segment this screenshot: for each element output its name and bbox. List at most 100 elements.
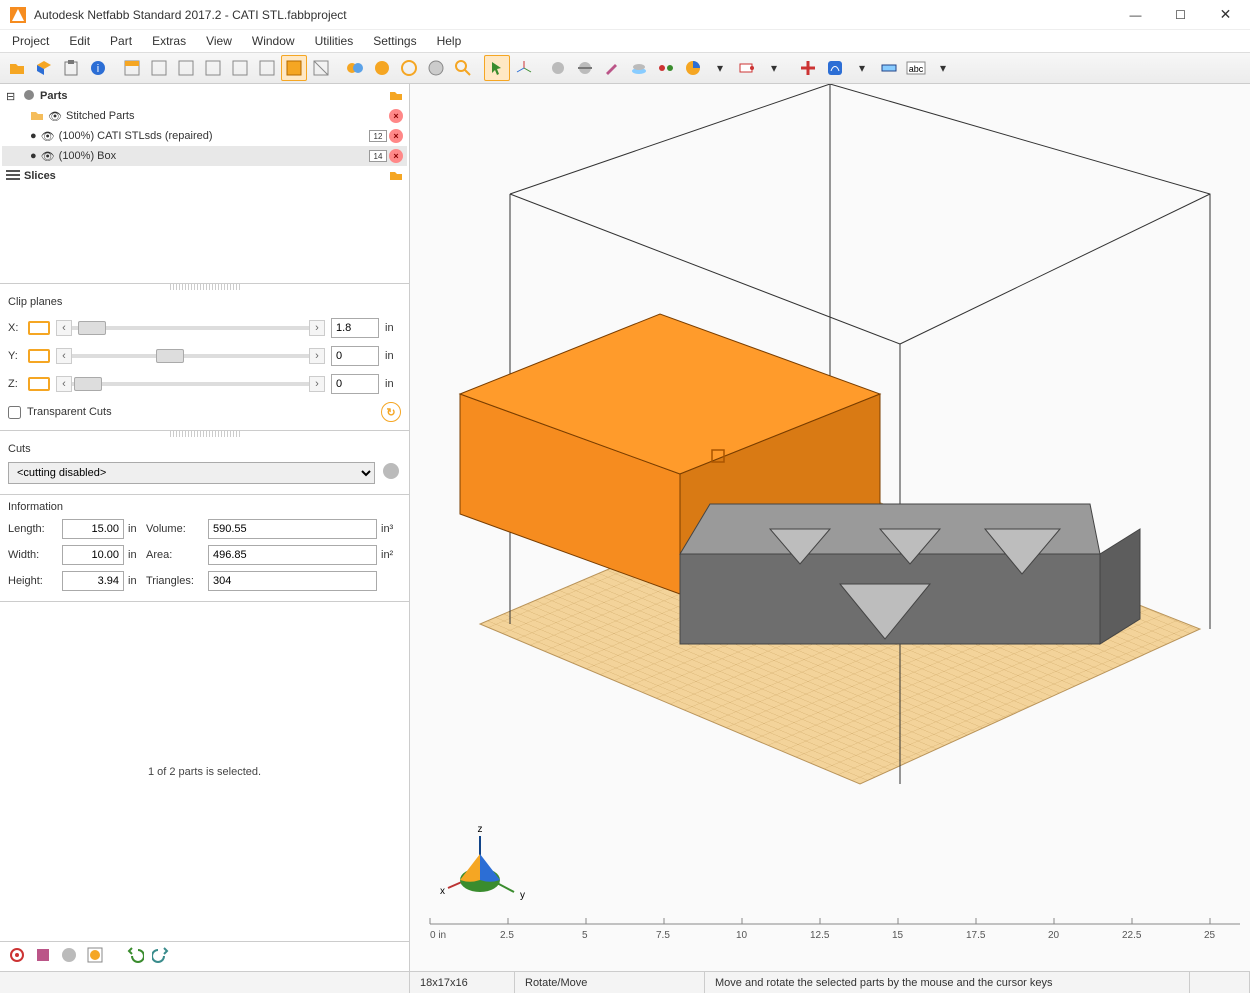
menu-help[interactable]: Help xyxy=(429,32,470,50)
eye-icon[interactable]: 👁 xyxy=(41,131,55,141)
slider-dec-icon[interactable]: ‹ xyxy=(56,376,72,392)
shading-1-icon[interactable] xyxy=(342,55,368,81)
pie-icon[interactable] xyxy=(680,55,706,81)
analysis-icon[interactable] xyxy=(822,55,848,81)
folder-icon[interactable] xyxy=(389,169,403,184)
shading-4-icon[interactable] xyxy=(423,55,449,81)
eye-icon[interactable]: 👁 xyxy=(41,151,55,161)
shading-2-icon[interactable] xyxy=(369,55,395,81)
cube-left-icon[interactable] xyxy=(227,55,253,81)
repair-icon[interactable] xyxy=(795,55,821,81)
cuts-select[interactable]: <cutting disabled> xyxy=(8,462,375,484)
menu-edit[interactable]: Edit xyxy=(61,32,98,50)
menu-window[interactable]: Window xyxy=(244,32,303,50)
maximize-button[interactable]: ☐ xyxy=(1158,0,1203,30)
cube-right-icon[interactable] xyxy=(254,55,280,81)
cursor-icon[interactable] xyxy=(484,55,510,81)
gear-icon[interactable] xyxy=(8,946,26,967)
platform-icon[interactable] xyxy=(626,55,652,81)
dropdown-3-icon[interactable]: ▾ xyxy=(849,55,875,81)
clip-z-slider[interactable]: ‹ › xyxy=(56,382,325,386)
sphere-2-icon[interactable] xyxy=(572,55,598,81)
svg-text:25: 25 xyxy=(1204,930,1216,941)
clip-y-swatch[interactable] xyxy=(28,349,50,363)
dropdown-1-icon[interactable]: ▾ xyxy=(707,55,733,81)
redo-icon[interactable] xyxy=(152,946,170,967)
cube-bottom-icon[interactable] xyxy=(146,55,172,81)
tree-stitched-parts[interactable]: 👁 Stitched Parts × xyxy=(2,106,407,126)
clip-y-input[interactable] xyxy=(331,346,379,366)
cube-back-icon[interactable] xyxy=(200,55,226,81)
measure-icon[interactable] xyxy=(599,55,625,81)
slider-inc-icon[interactable]: › xyxy=(309,320,325,336)
clip-z-input[interactable] xyxy=(331,374,379,394)
minimize-button[interactable]: — xyxy=(1113,0,1158,30)
length-value[interactable] xyxy=(62,519,124,539)
clip-y-slider[interactable]: ‹ › xyxy=(56,354,325,358)
label-icon[interactable]: abc xyxy=(903,55,929,81)
open-file-icon[interactable] xyxy=(4,55,30,81)
clip-planes-panel: Clip planes X: ‹ › in Y: ‹ › xyxy=(0,290,409,431)
delete-icon[interactable]: × xyxy=(389,149,403,163)
status-mode: Rotate/Move xyxy=(515,972,705,993)
zoom-icon[interactable] xyxy=(450,55,476,81)
shading-3-icon[interactable] xyxy=(396,55,422,81)
axes-icon[interactable] xyxy=(511,55,537,81)
traffic-icon[interactable] xyxy=(653,55,679,81)
triad-z-label: z xyxy=(478,824,483,835)
clip-x-swatch[interactable] xyxy=(28,321,50,335)
ruler-icon[interactable] xyxy=(876,55,902,81)
clip-x-slider[interactable]: ‹ › xyxy=(56,326,325,330)
menu-view[interactable]: View xyxy=(198,32,240,50)
box-icon[interactable] xyxy=(34,946,52,967)
slider-dec-icon[interactable]: ‹ xyxy=(56,320,72,336)
volume-value[interactable] xyxy=(208,519,377,539)
menu-utilities[interactable]: Utilities xyxy=(307,32,362,50)
close-button[interactable]: ✕ xyxy=(1203,0,1248,30)
refresh-icon[interactable]: ↻ xyxy=(381,402,401,422)
sphere-1-icon[interactable] xyxy=(545,55,571,81)
area-value[interactable] xyxy=(208,545,377,565)
clip-x-label: X: xyxy=(8,322,22,334)
cube-top-icon[interactable] xyxy=(119,55,145,81)
collapse-icon[interactable]: ⊟ xyxy=(6,90,18,102)
tag-icon[interactable] xyxy=(734,55,760,81)
tree-item-cati[interactable]: ● 👁 (100%) CATI STLsds (repaired) 12× xyxy=(2,126,407,146)
slider-dec-icon[interactable]: ‹ xyxy=(56,348,72,364)
cube-persp-icon[interactable] xyxy=(308,55,334,81)
tris-value[interactable] xyxy=(208,571,377,591)
svg-text:10: 10 xyxy=(736,930,748,941)
dropdown-2-icon[interactable]: ▾ xyxy=(761,55,787,81)
folder-icon[interactable] xyxy=(389,89,403,104)
cube-iso-icon[interactable] xyxy=(281,55,307,81)
clip-z-swatch[interactable] xyxy=(28,377,50,391)
delete-icon[interactable]: × xyxy=(389,129,403,143)
dropdown-4-icon[interactable]: ▾ xyxy=(930,55,956,81)
menu-project[interactable]: Project xyxy=(4,32,57,50)
menu-extras[interactable]: Extras xyxy=(144,32,194,50)
tree-slices-root[interactable]: Slices xyxy=(2,166,407,186)
cube-front-icon[interactable] xyxy=(173,55,199,81)
height-value[interactable] xyxy=(62,571,124,591)
cuts-sphere-icon[interactable] xyxy=(381,461,401,484)
eye-icon[interactable]: 👁 xyxy=(48,111,62,121)
clipboard-icon[interactable] xyxy=(58,55,84,81)
svg-text:22.5: 22.5 xyxy=(1122,930,1142,941)
delete-icon[interactable]: × xyxy=(389,109,403,123)
ball-icon[interactable] xyxy=(60,946,78,967)
undo-icon[interactable] xyxy=(126,946,144,967)
width-value[interactable] xyxy=(62,545,124,565)
menu-settings[interactable]: Settings xyxy=(365,32,424,50)
clip-x-input[interactable] xyxy=(331,318,379,338)
viewport-3d[interactable]: z y x 0 in 2.5 5 7.5 10 12.5 15 17.5 20 … xyxy=(410,84,1250,971)
info-icon[interactable]: i xyxy=(85,55,111,81)
transparent-cuts-checkbox[interactable] xyxy=(8,406,21,419)
tree-parts-root[interactable]: ⊟ Parts xyxy=(2,86,407,106)
scene-tree[interactable]: ⊟ Parts 👁 Stitched Parts × ● 👁 (100%) CA… xyxy=(0,84,409,284)
boxed-ball-icon[interactable] xyxy=(86,946,104,967)
slider-inc-icon[interactable]: › xyxy=(309,376,325,392)
tree-item-box[interactable]: ● 👁 (100%) Box 14× xyxy=(2,146,407,166)
slider-inc-icon[interactable]: › xyxy=(309,348,325,364)
menu-part[interactable]: Part xyxy=(102,32,140,50)
add-part-icon[interactable] xyxy=(31,55,57,81)
